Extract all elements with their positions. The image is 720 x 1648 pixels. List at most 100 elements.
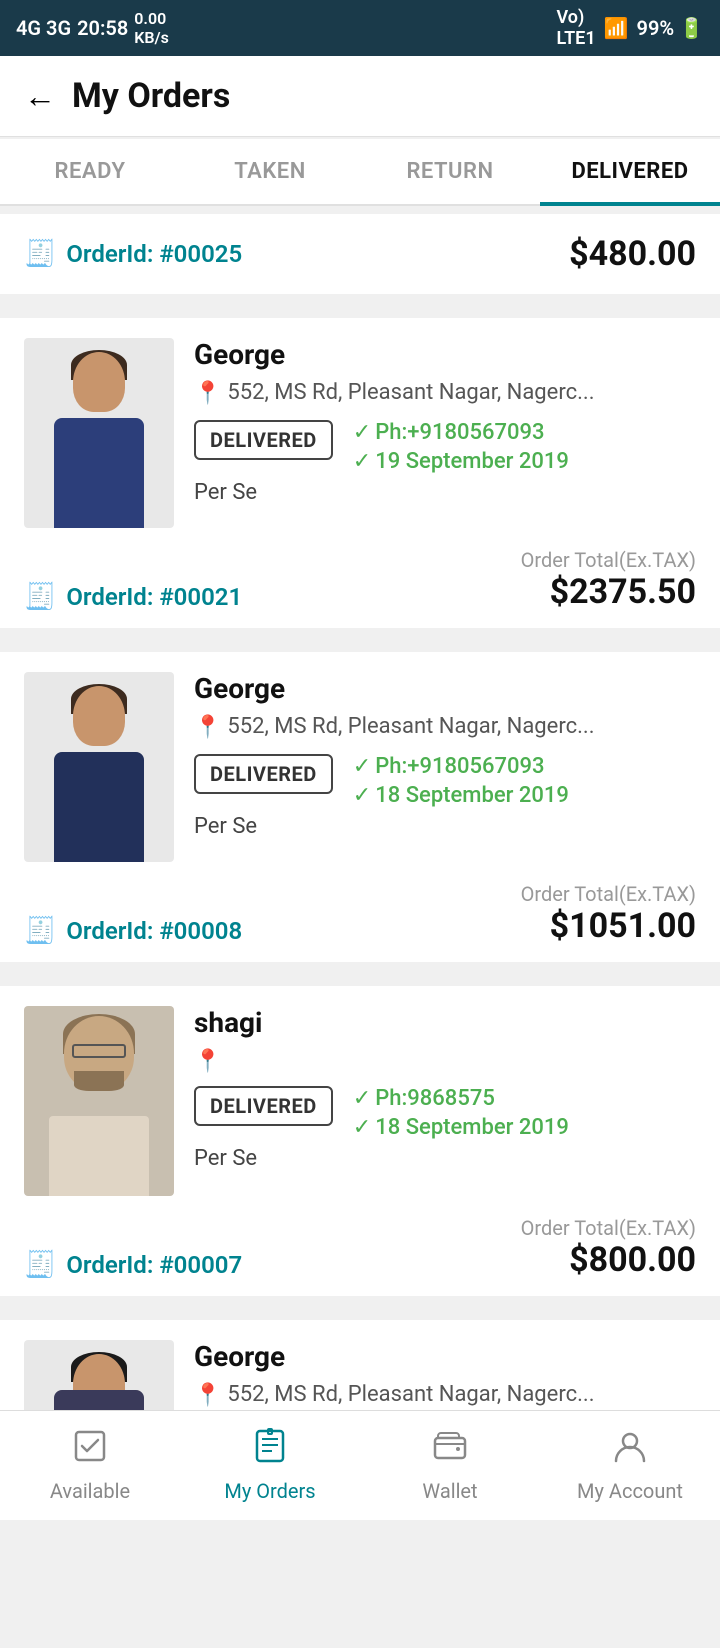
check-icon-3: ✓ bbox=[353, 1086, 371, 1111]
back-button[interactable]: ← bbox=[24, 77, 56, 115]
order-total-label-2: Order Total(Ex.TAX) bbox=[521, 882, 696, 906]
status-left: 4G 3G 20:58 0.00KB/s bbox=[16, 9, 169, 47]
customer-name-2: George bbox=[194, 672, 696, 705]
order-id-3: OrderId: #00007 bbox=[66, 1251, 242, 1279]
nav-wallet-label: Wallet bbox=[422, 1479, 477, 1503]
order-summary-card: 🧾 OrderId: #00025 $480.00 bbox=[0, 214, 720, 294]
nav-wallet[interactable]: Wallet bbox=[360, 1411, 540, 1520]
date-value-1: 19 September 2019 bbox=[375, 449, 569, 474]
person-figure-1 bbox=[24, 338, 174, 528]
address-row-3: 📍 bbox=[194, 1047, 696, 1074]
delivered-badge-2: DELIVERED bbox=[194, 754, 333, 794]
order-card-bottom-1: 🧾 OrderId: #00021 Order Total(Ex.TAX) $2… bbox=[24, 540, 696, 612]
nav-available-label: Available bbox=[50, 1479, 130, 1503]
order-card-top-2: George 📍 552, MS Rd, Pleasant Nagar, Nag… bbox=[24, 672, 696, 862]
order-id-row-2: 🧾 OrderId: #00008 bbox=[24, 916, 242, 946]
battery-info: 99% 🔋 bbox=[637, 16, 704, 40]
pin-icon-2: 📍 bbox=[194, 715, 221, 740]
pin-icon-3: 📍 bbox=[194, 1049, 221, 1074]
tab-return[interactable]: RETURN bbox=[360, 139, 540, 204]
data-speed: 0.00KB/s bbox=[134, 9, 169, 47]
order-total-amount-1: $2375.50 bbox=[521, 572, 696, 612]
tabs-container: READY TAKEN RETURN DELIVERED bbox=[0, 139, 720, 206]
phone-text-2: ✓ Ph:+9180567093 bbox=[353, 754, 569, 779]
status-phone-row-2: DELIVERED ✓ Ph:+9180567093 ✓ 18 Septembe… bbox=[194, 754, 696, 808]
header: ← My Orders bbox=[0, 56, 720, 137]
pin-icon-4: 📍 bbox=[194, 1383, 221, 1408]
pin-icon-1: 📍 bbox=[194, 381, 221, 406]
nav-my-account-label: My Account bbox=[577, 1479, 683, 1503]
address-row-2: 📍 552, MS Rd, Pleasant Nagar, Nagerc... bbox=[194, 713, 696, 742]
phone-value-2: Ph:+9180567093 bbox=[375, 754, 544, 779]
nav-my-account[interactable]: My Account bbox=[540, 1411, 720, 1520]
date-value-3: 18 September 2019 bbox=[375, 1115, 569, 1140]
per-se-1: Per Se bbox=[194, 480, 696, 505]
check-date-icon-2: ✓ bbox=[353, 783, 371, 808]
check-date-icon-3: ✓ bbox=[353, 1115, 371, 1140]
check-icon-2: ✓ bbox=[353, 754, 371, 779]
available-icon bbox=[72, 1428, 108, 1473]
order-id-row-3: 🧾 OrderId: #00007 bbox=[24, 1250, 242, 1280]
order-info-3: shagi 📍 DELIVERED ✓ Ph:9868575 ✓ 18 bbox=[194, 1006, 696, 1196]
order-total-label-1: Order Total(Ex.TAX) bbox=[521, 548, 696, 572]
order-image-1 bbox=[24, 338, 174, 528]
order-card-2: George 📍 552, MS Rd, Pleasant Nagar, Nag… bbox=[0, 652, 720, 962]
my-orders-icon bbox=[252, 1428, 288, 1473]
order-total-label-3: Order Total(Ex.TAX) bbox=[521, 1216, 696, 1240]
order-id-1: OrderId: #00021 bbox=[66, 583, 242, 611]
page-title: My Orders bbox=[72, 76, 230, 116]
person-body-3 bbox=[49, 1116, 149, 1196]
phone-value-3: Ph:9868575 bbox=[375, 1086, 495, 1111]
order-bill-icon-2: 🧾 bbox=[24, 916, 56, 946]
order-total-col-2: Order Total(Ex.TAX) $1051.00 bbox=[521, 882, 696, 946]
date-text-1: ✓ 19 September 2019 bbox=[353, 449, 569, 474]
phone-date-col-2: ✓ Ph:+9180567093 ✓ 18 September 2019 bbox=[353, 754, 569, 808]
date-text-2: ✓ 18 September 2019 bbox=[353, 783, 569, 808]
order-bill-icon-3: 🧾 bbox=[24, 1250, 56, 1280]
order-info-2: George 📍 552, MS Rd, Pleasant Nagar, Nag… bbox=[194, 672, 696, 862]
order-id-2: OrderId: #00008 bbox=[66, 917, 242, 945]
order-total-col-3: Order Total(Ex.TAX) $800.00 bbox=[521, 1216, 696, 1280]
nav-available[interactable]: Available bbox=[0, 1411, 180, 1520]
order-id-row-1: 🧾 OrderId: #00021 bbox=[24, 582, 242, 612]
customer-name-4: George bbox=[194, 1340, 696, 1373]
customer-name-1: George bbox=[194, 338, 696, 371]
order-card-top-1: George 📍 552, MS Rd, Pleasant Nagar, Nag… bbox=[24, 338, 696, 528]
order-bill-icon-1: 🧾 bbox=[24, 582, 56, 612]
bottom-nav: Available My Orders Wallet bbox=[0, 1410, 720, 1520]
status-bar: 4G 3G 20:58 0.00KB/s Vo)LTE1 📶 99% 🔋 bbox=[0, 0, 720, 56]
phone-date-col-1: ✓ Ph:+9180567093 ✓ 19 September 2019 bbox=[353, 420, 569, 474]
address-row-1: 📍 552, MS Rd, Pleasant Nagar, Nagerc... bbox=[194, 379, 696, 408]
order-info-1: George 📍 552, MS Rd, Pleasant Nagar, Nag… bbox=[194, 338, 696, 528]
nav-my-orders[interactable]: My Orders bbox=[180, 1411, 360, 1520]
check-icon-1: ✓ bbox=[353, 420, 371, 445]
tab-taken[interactable]: TAKEN bbox=[180, 139, 360, 204]
tab-delivered[interactable]: DELIVERED bbox=[540, 139, 720, 204]
per-se-2: Per Se bbox=[194, 814, 696, 839]
order-card-bottom-3: 🧾 OrderId: #00007 Order Total(Ex.TAX) $8… bbox=[24, 1208, 696, 1280]
status-phone-row-1: DELIVERED ✓ Ph:+9180567093 ✓ 19 Septembe… bbox=[194, 420, 696, 474]
order-image-3 bbox=[24, 1006, 174, 1196]
address-row-4: 📍 552, MS Rd, Pleasant Nagar, Nagerc... bbox=[194, 1381, 696, 1410]
my-account-icon bbox=[612, 1428, 648, 1473]
tab-ready[interactable]: READY bbox=[0, 139, 180, 204]
delivered-badge-1: DELIVERED bbox=[194, 420, 333, 460]
phone-date-col-3: ✓ Ph:9868575 ✓ 18 September 2019 bbox=[353, 1086, 569, 1140]
per-se-3: Per Se bbox=[194, 1146, 696, 1171]
status-phone-row-3: DELIVERED ✓ Ph:9868575 ✓ 18 September 20… bbox=[194, 1086, 696, 1140]
order-card-top-3: shagi 📍 DELIVERED ✓ Ph:9868575 ✓ 18 bbox=[24, 1006, 696, 1196]
summary-order-id: OrderId: #00025 bbox=[66, 240, 242, 268]
phone-text-3: ✓ Ph:9868575 bbox=[353, 1086, 569, 1111]
date-text-3: ✓ 18 September 2019 bbox=[353, 1115, 569, 1140]
order-card-1: George 📍 552, MS Rd, Pleasant Nagar, Nag… bbox=[0, 318, 720, 628]
order-total-col-1: Order Total(Ex.TAX) $2375.50 bbox=[521, 548, 696, 612]
person-figure-2 bbox=[24, 672, 174, 862]
network-info: 4G 3G bbox=[16, 16, 71, 40]
order-card-3: shagi 📍 DELIVERED ✓ Ph:9868575 ✓ 18 bbox=[0, 986, 720, 1296]
wallet-icon bbox=[432, 1428, 468, 1473]
time: 20:58 bbox=[77, 16, 128, 40]
delivered-badge-3: DELIVERED bbox=[194, 1086, 333, 1126]
check-date-icon-1: ✓ bbox=[353, 449, 371, 474]
address-text-1: 552, MS Rd, Pleasant Nagar, Nagerc... bbox=[227, 379, 594, 408]
summary-amount: $480.00 bbox=[569, 234, 696, 274]
